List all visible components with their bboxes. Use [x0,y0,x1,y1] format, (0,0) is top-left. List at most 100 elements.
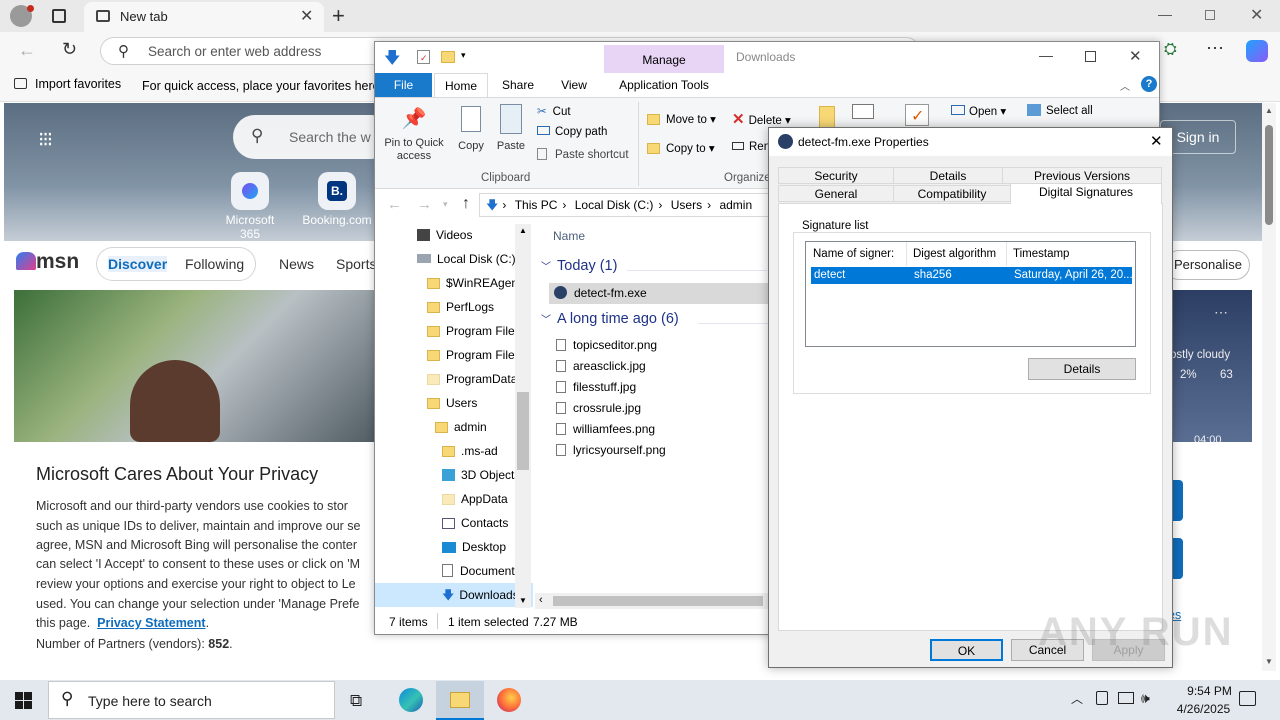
nav-scroll-up-icon[interactable]: ▲ [519,226,527,235]
delete-button[interactable]: ✕ Delete ▾ [732,110,791,128]
recent-dropdown-icon[interactable]: ▾ [443,199,448,210]
move-to-button[interactable]: Move to ▾ [647,112,716,126]
shortcut-booking[interactable]: B. Booking.com [302,172,372,227]
ribbon-collapse-icon[interactable]: ︿ [1120,78,1130,93]
file-row[interactable]: areasclick.jpg [556,356,646,377]
nav-local-disk[interactable]: Local Disk (C:) [375,247,516,271]
nav-users[interactable]: Users [375,391,477,415]
file-row[interactable]: williamfees.png [556,419,655,440]
qat-dropdown-icon[interactable]: ▾ [461,50,466,61]
nav-downloads[interactable]: 🡇 Downloads [375,583,533,607]
col-header-digest[interactable]: Digest algorithm [907,242,1007,266]
down-arrow-icon[interactable]: 🡇 [384,47,400,74]
nav-desktop[interactable]: Desktop [375,535,506,559]
nav-sports-label[interactable]: Sports [336,256,376,272]
file-row[interactable]: crossrule.jpg [556,398,641,419]
nav-scroll-thumb[interactable] [517,392,529,470]
nav-up-icon[interactable]: ↑ [462,195,470,213]
copilot-icon[interactable] [1246,40,1268,62]
nav-following-label[interactable]: Following [185,256,244,272]
weather-more-icon[interactable]: ⋯ [1214,304,1228,321]
nav-3d-objects[interactable]: 3D Objects [375,463,520,487]
group-old[interactable]: ﹀ A long time ago (6) [541,311,679,327]
hscroll-left-icon[interactable]: ‹ [539,594,543,606]
tray-chevron-icon[interactable]: ︿ [1071,690,1083,707]
properties-icon[interactable]: ✓ [905,104,929,126]
file-row[interactable]: topicseditor.png [556,335,657,356]
page-scrollbar[interactable]: ▲ ▼ [1262,103,1276,671]
nav-winreagent[interactable]: $WinREAgent [375,271,521,295]
paste-button[interactable]: Paste [493,104,529,152]
tab-share[interactable]: Share [493,73,543,97]
new-folder-qat-icon[interactable] [441,51,455,63]
column-name-header[interactable]: Name [553,229,585,243]
file-row-selected[interactable]: detect-fm.exe [549,283,769,304]
col-header-timestamp[interactable]: Timestamp [1007,242,1135,266]
task-view-icon[interactable]: ⧉ [350,691,362,711]
explorer-maximize-icon[interactable] [1085,51,1096,62]
crumb-users[interactable]: Users [671,198,702,212]
file-row[interactable]: filesstuff.jpg [556,377,636,398]
paste-shortcut-button[interactable]: Paste shortcut [537,148,629,161]
tab-view[interactable]: View [549,73,599,97]
tab-actions-icon[interactable] [52,9,66,23]
crumb-local-disk[interactable]: Local Disk (C:) [575,198,654,212]
personalise-button[interactable]: Personalise [1164,250,1250,280]
file-row[interactable]: lyricsyourself.png [556,440,666,461]
privacy-statement-link[interactable]: Privacy Statement [97,616,205,630]
breadcrumb[interactable]: 🡇 › This PC › Local Disk (C:) › Users › admi… [479,193,769,217]
volume-icon[interactable]: 🕪 [1141,690,1150,707]
new-tab-button[interactable]: + [332,3,345,29]
edge-taskbar-icon[interactable] [399,688,423,712]
scroll-up-icon[interactable]: ▲ [1265,106,1273,115]
restore-icon[interactable] [1205,10,1215,20]
close-tab-icon[interactable]: ✕ [300,6,313,26]
import-favorites-button[interactable]: Import favorites [14,77,121,91]
nav-appdata[interactable]: AppData [375,487,508,511]
tab-new-tab[interactable]: New tab ✕ [84,2,324,32]
ok-button[interactable]: OK [930,639,1003,661]
tab-file[interactable]: File [375,73,432,97]
more-menu-icon[interactable]: ⋯ [1206,38,1224,59]
nav-programdata[interactable]: ProgramData [375,367,517,391]
clock-time[interactable]: 9:54 PM [1172,684,1247,698]
tab-previous-versions[interactable]: Previous Versions [1002,167,1162,184]
tab-application-tools[interactable]: Application Tools [604,73,724,97]
horizontal-scrollbar[interactable]: ‹ [535,593,769,609]
notifications-icon[interactable] [1239,691,1256,706]
signature-list[interactable]: Name of signer: Digest algorithm Timesta… [805,241,1136,347]
nav-videos[interactable]: Videos [375,223,472,247]
tab-compatibility[interactable]: Compatibility [893,185,1011,202]
firefox-taskbar-icon[interactable] [497,688,521,712]
select-all-button[interactable]: Select all [1027,104,1093,117]
close-window-icon[interactable]: ✕ [1250,5,1263,25]
nav-back-icon[interactable]: ← [387,196,402,213]
nav-program-files[interactable]: Program Files [375,319,521,343]
tab-home[interactable]: Home [434,73,488,97]
network-icon[interactable] [1118,692,1134,704]
nav-program-files-x86[interactable]: Program Files [375,343,521,367]
apps-grid-icon[interactable]: ⁝⁝⁝ [38,127,53,152]
nav-documents[interactable]: Documents [375,559,521,583]
explorer-close-icon[interactable]: ✕ [1129,47,1142,65]
dialog-close-icon[interactable]: ✕ [1150,132,1163,150]
tab-details[interactable]: Details [893,167,1003,184]
new-folder-icon[interactable] [819,106,835,128]
signature-row-selected[interactable]: detect sha256 Saturday, April 26, 20... [811,267,1133,284]
tray-device-icon[interactable] [1096,691,1108,705]
tab-general[interactable]: General [778,185,894,202]
minimize-icon[interactable]: — [1158,6,1172,22]
help-icon[interactable]: ? [1141,76,1157,92]
start-windows-icon[interactable] [15,692,32,709]
copy-button[interactable]: Copy [453,106,489,152]
msn-search-input[interactable]: ⚲ Search the w [233,115,393,159]
group-today[interactable]: ﹀ Today (1) [541,258,617,274]
tab-digital-signatures[interactable]: Digital Signatures [1010,183,1162,204]
cut-button[interactable]: ✂ Cut [537,104,571,118]
taskbar-search-input[interactable]: ⚲ Type here to search [48,681,335,719]
nav-forward-icon[interactable]: → [417,196,432,213]
clock-date[interactable]: 4/26/2025 [1166,702,1241,716]
open-button[interactable]: Open ▾ [951,104,1006,118]
msn-logo[interactable]: msn [16,250,79,274]
crumb-this-pc[interactable]: This PC [515,198,558,212]
